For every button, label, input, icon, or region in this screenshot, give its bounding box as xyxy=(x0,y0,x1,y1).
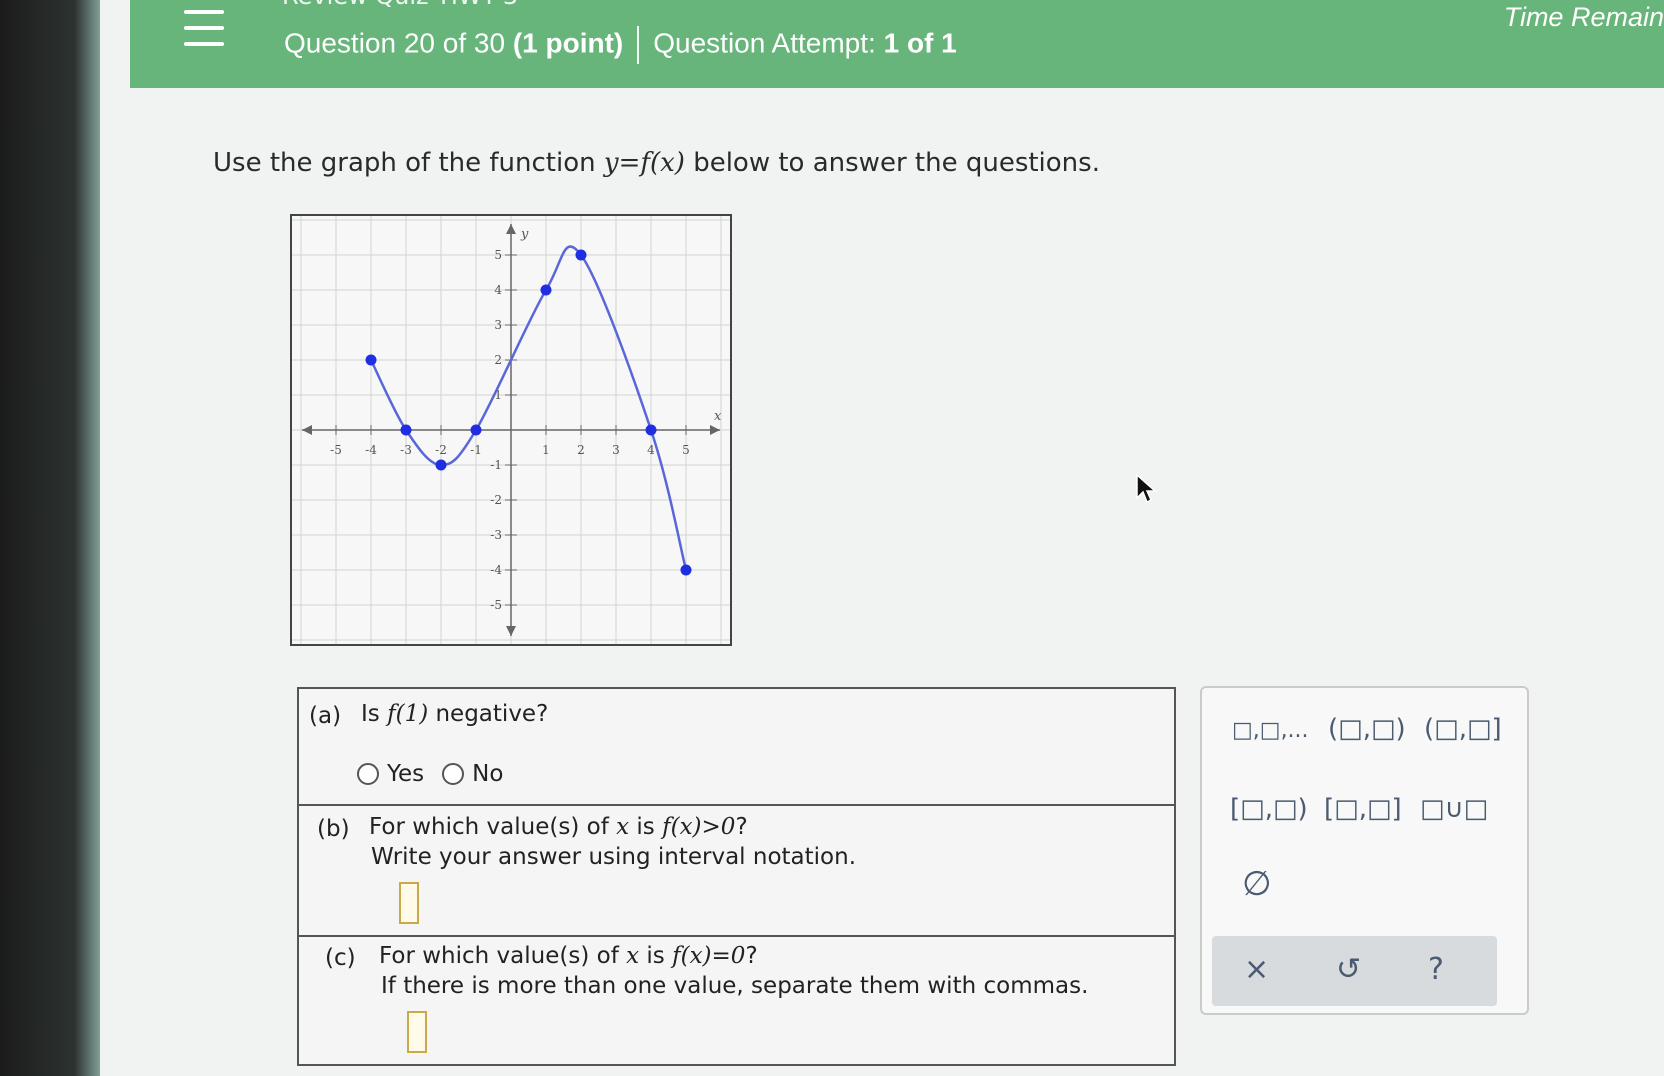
data-point xyxy=(470,424,482,436)
x-axis-label: x xyxy=(714,409,722,424)
open-open-interval-button[interactable]: (□,□) xyxy=(1328,714,1406,744)
y-tick-label: -1 xyxy=(490,458,502,472)
question-c-row: (c) For which value(s) of x is f(x)=0? I… xyxy=(299,935,1174,1062)
x-tick-label: 1 xyxy=(542,443,550,457)
x-tick-label: 5 xyxy=(682,443,690,457)
question-b-before: For which value(s) of xyxy=(369,814,617,840)
undo-icon[interactable]: ↺ xyxy=(1336,952,1361,987)
open-closed-interval-button[interactable]: (□,□] xyxy=(1424,714,1502,744)
question-b-math: f(x)>0 xyxy=(662,814,736,840)
question-b-after: ? xyxy=(735,814,748,840)
y-tick-label: -2 xyxy=(490,493,502,507)
option-no[interactable]: No xyxy=(442,761,503,787)
attempt-value: 1 of 1 xyxy=(883,27,957,59)
x-tick-label: -3 xyxy=(400,443,412,457)
instruction-text-2: below to answer the questions. xyxy=(684,148,1100,178)
union-button[interactable]: □∪□ xyxy=(1420,794,1488,824)
mouse-pointer-icon xyxy=(1136,474,1157,504)
clear-icon[interactable]: × xyxy=(1244,952,1269,987)
question-c-x: x xyxy=(626,943,640,969)
question-info: Question 20 of 30 (1 point) Question Atte… xyxy=(284,26,957,64)
question-b-instruction: Write your answer using interval notatio… xyxy=(371,844,857,870)
y-tick-label: -3 xyxy=(490,528,502,542)
question-a-text: Is f(1) negative? xyxy=(361,701,548,727)
closed-closed-interval-button[interactable]: [□,□] xyxy=(1324,794,1402,824)
math-palette: □,□,... (□,□) (□,□] [□,□) [□,□] □∪□ ∅ × … xyxy=(1200,686,1529,1015)
question-b-label: (b) xyxy=(317,816,350,842)
radio-yes[interactable] xyxy=(357,763,379,785)
x-tick-label: 4 xyxy=(647,443,655,457)
quiz-screen: Review Quiz TIWT-3 Question 20 of 30 (1 … xyxy=(100,0,1664,1076)
question-instruction: Use the graph of the function y=f(x) bel… xyxy=(213,148,1100,178)
x-tick-label: -4 xyxy=(365,443,377,457)
data-point xyxy=(645,424,657,436)
y-tick-label: -5 xyxy=(490,598,502,612)
data-point xyxy=(540,284,552,296)
question-c-math: f(x)=0 xyxy=(672,943,746,969)
question-a-before: Is xyxy=(361,701,388,727)
question-b-x: x xyxy=(616,814,630,840)
x-tick-label: 3 xyxy=(612,443,620,457)
empty-set-button[interactable]: ∅ xyxy=(1242,864,1272,904)
instruction-function: y=f(x) xyxy=(603,148,685,178)
answer-b-input[interactable] xyxy=(399,882,419,924)
x-tick-label: 2 xyxy=(577,443,585,457)
question-b-mid: is xyxy=(629,814,663,840)
questions-table: (a) Is f(1) negative? Yes No (b) For whi… xyxy=(297,687,1176,1066)
palette-action-bar: × ↺ ? xyxy=(1212,936,1497,1006)
function-graph: -5 -4 -3 -2 -1 1 2 3 4 5 -5 -4 -3 -2 -1 1 2 3 4 5 x y xyxy=(290,214,732,646)
question-c-mid: is xyxy=(639,943,673,969)
question-c-instruction: If there is more than one value, separat… xyxy=(381,973,1089,999)
question-c-after: ? xyxy=(745,943,758,969)
question-c-label: (c) xyxy=(325,945,356,971)
hamburger-menu-icon[interactable] xyxy=(184,10,224,46)
question-a-after: negative? xyxy=(428,701,549,727)
question-a-options: Yes No xyxy=(357,761,503,787)
help-icon[interactable]: ? xyxy=(1428,952,1444,987)
option-yes[interactable]: Yes xyxy=(357,761,424,787)
closed-open-interval-button[interactable]: [□,□) xyxy=(1230,794,1308,824)
y-tick-label: 2 xyxy=(494,353,502,367)
question-c-text: For which value(s) of x is f(x)=0? xyxy=(379,943,758,969)
question-a-row: (a) Is f(1) negative? Yes No xyxy=(299,689,1174,806)
option-yes-label: Yes xyxy=(387,761,425,787)
question-points: (1 point) xyxy=(512,27,624,59)
quiz-header: Review Quiz TIWT-3 Question 20 of 30 (1 … xyxy=(130,0,1664,88)
radio-no[interactable] xyxy=(442,763,465,785)
y-tick-label: -4 xyxy=(490,563,502,577)
data-point xyxy=(400,424,412,436)
question-b-row: (b) For which value(s) of x is f(x)>0? W… xyxy=(299,804,1174,937)
x-tick-label: -5 xyxy=(330,443,342,457)
answer-c-input[interactable] xyxy=(407,1011,427,1053)
question-a-label: (a) xyxy=(309,703,342,729)
header-divider xyxy=(637,26,640,64)
question-a-math: f(1) xyxy=(387,701,429,727)
data-point xyxy=(365,354,377,366)
data-point xyxy=(575,249,587,261)
y-axis-label: y xyxy=(520,227,529,242)
list-button[interactable]: □,□,... xyxy=(1232,718,1309,743)
data-point xyxy=(680,564,692,576)
option-no-label: No xyxy=(472,761,504,787)
question-b-text: For which value(s) of x is f(x)>0? xyxy=(369,814,748,840)
x-tick-label: -1 xyxy=(470,443,482,457)
x-tick-label: -2 xyxy=(435,443,447,457)
data-point xyxy=(435,459,447,471)
y-tick-label: 3 xyxy=(494,318,502,332)
question-number: Question 20 of 30 xyxy=(284,27,513,59)
function-curve xyxy=(369,245,688,571)
y-tick-label: 4 xyxy=(494,283,502,297)
graph-canvas: -5 -4 -3 -2 -1 1 2 3 4 5-5-4-3-2-112345xy xyxy=(292,216,730,644)
y-tick-label: 5 xyxy=(494,248,502,262)
time-remaining-label: Time Remain xyxy=(1503,2,1664,32)
instruction-text-1: Use the graph of the function xyxy=(213,148,604,178)
quiz-title: Review Quiz TIWT-3 xyxy=(282,0,518,10)
question-c-before: For which value(s) of xyxy=(379,943,627,969)
attempt-label: Question Attempt: xyxy=(653,27,884,59)
